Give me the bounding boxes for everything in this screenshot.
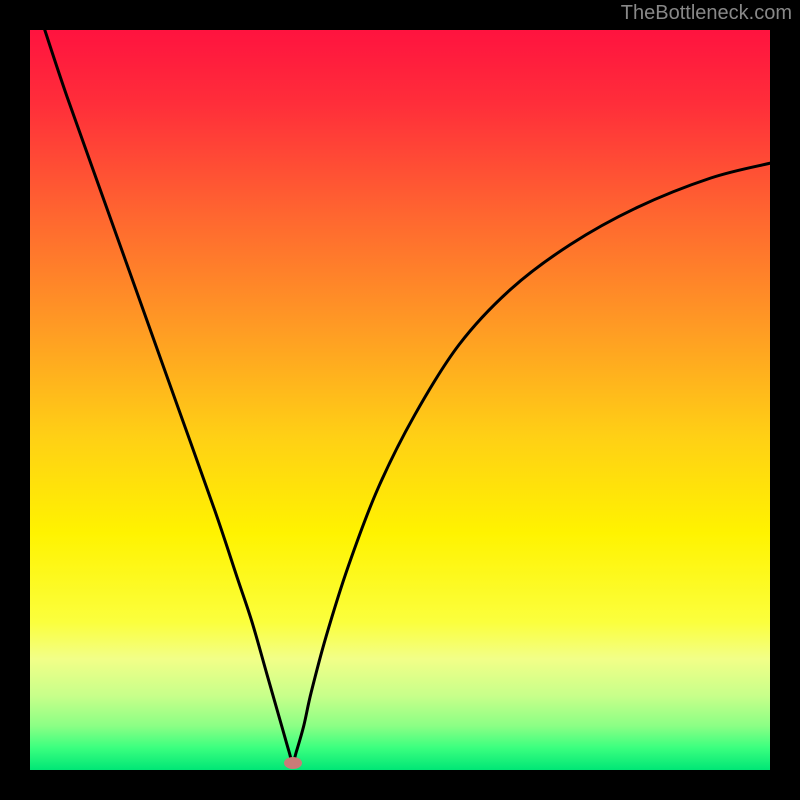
chart-curve [30, 30, 770, 770]
chart-plot-area [30, 30, 770, 770]
watermark-text: TheBottleneck.com [621, 2, 792, 25]
minimum-marker [284, 757, 302, 769]
bottleneck-curve-path [45, 30, 770, 763]
